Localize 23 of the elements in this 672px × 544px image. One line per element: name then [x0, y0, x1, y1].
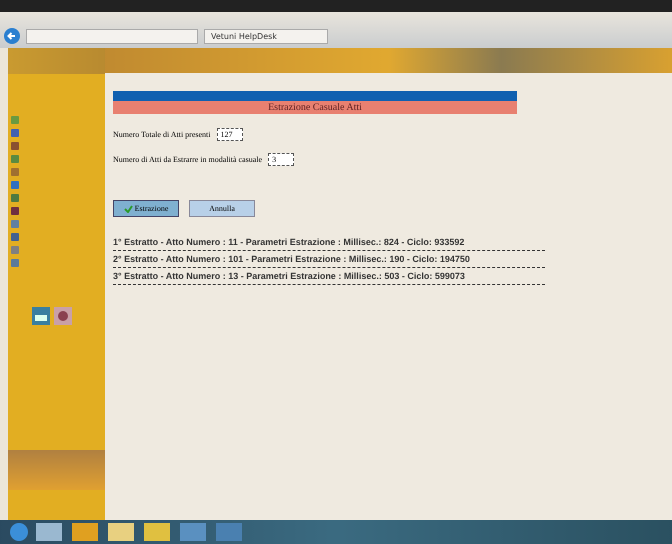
result-line: 2° Estratto - Atto Numero : 101 - Parametri Estrazione : Millisec.: 190 - Ciclo: 194750: [113, 254, 545, 268]
result-line: 1° Estratto - Atto Numero : 11 - Parametri Estrazione : Millisec.: 824 - Ciclo: 933592: [113, 237, 545, 251]
browser-tab[interactable]: Vetuni HelpDesk: [204, 29, 328, 44]
panel-title: Estrazione Casuale Atti: [113, 101, 517, 114]
check-icon: [124, 204, 133, 212]
result-line: 3° Estratto - Atto Numero : 13 - Parametri Estrazione : Millisec.: 503 - Ciclo: 599073: [113, 271, 545, 285]
extract-button[interactable]: Estrazione: [113, 200, 179, 217]
input-field[interactable]: 3: [268, 153, 294, 166]
input-field[interactable]: 127: [216, 128, 242, 141]
taskbar-app-icon[interactable]: [36, 523, 62, 541]
cancel-button[interactable]: Annulla: [189, 200, 255, 217]
logo-icon: [32, 307, 50, 325]
taskbar-app-icon[interactable]: [180, 523, 206, 541]
taskbar-app-icon[interactable]: [72, 523, 98, 541]
start-icon[interactable]: [10, 523, 28, 541]
field-label: Numero di Atti da Estrarre in modalità casuale: [113, 155, 262, 164]
crest-icon: [54, 307, 72, 325]
taskbar-app-icon[interactable]: [144, 523, 170, 541]
taskbar-app-icon[interactable]: [216, 523, 242, 541]
address-field[interactable]: [26, 29, 198, 44]
back-icon[interactable]: [4, 28, 20, 44]
field-label: Numero Totale di Atti presenti: [113, 130, 210, 139]
taskbar-app-icon[interactable]: [108, 523, 134, 541]
